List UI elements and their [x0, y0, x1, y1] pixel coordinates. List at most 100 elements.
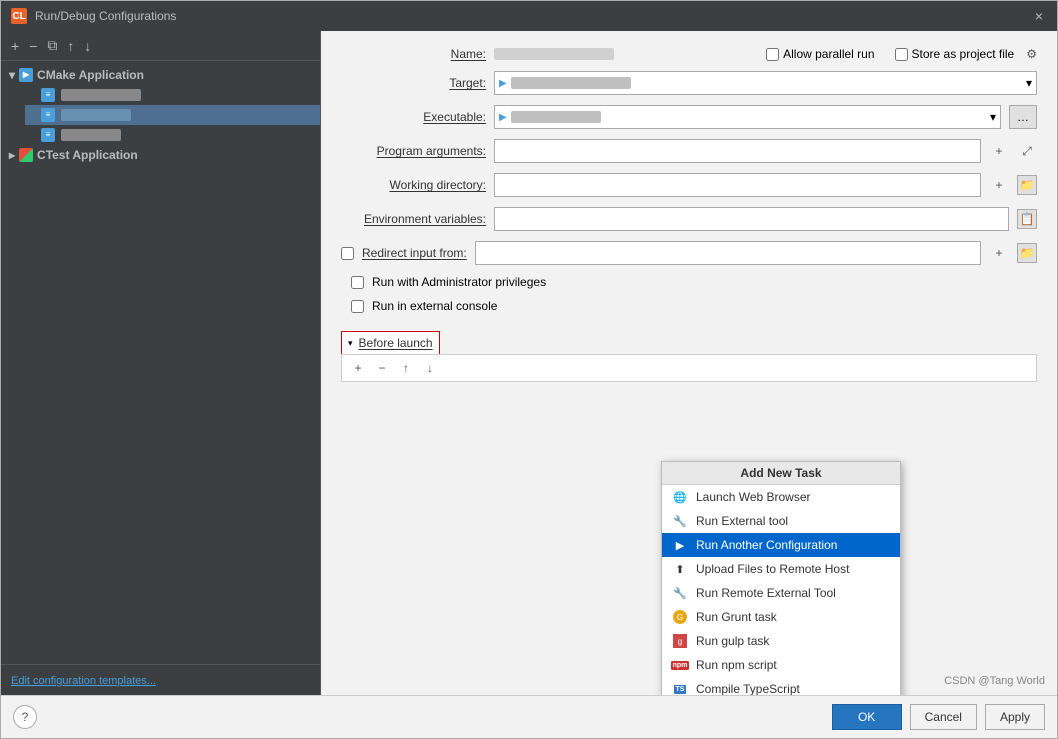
- menu-item-run-npm-label: Run npm script: [696, 658, 777, 672]
- target-dropdown[interactable]: ▶ ▾: [494, 71, 1037, 95]
- left-toolbar: + − ⧉ ↑ ↓: [1, 31, 320, 61]
- admin-privileges-checkbox[interactable]: [351, 276, 364, 289]
- app-icon: CL: [11, 8, 27, 24]
- grunt-icon: G: [672, 609, 688, 625]
- allow-parallel-checkbox-row[interactable]: Allow parallel run: [766, 47, 874, 61]
- external-console-checkbox[interactable]: [351, 300, 364, 313]
- allow-parallel-checkbox[interactable]: [766, 48, 779, 61]
- movedown-config-button[interactable]: ↓: [80, 36, 95, 56]
- wrench2-icon: 🔧: [672, 585, 688, 601]
- globe-icon: 🌐: [672, 489, 688, 505]
- external-console-row: Run in external console: [341, 299, 1037, 313]
- bottom-bar: ? OK Cancel Apply: [1, 695, 1057, 738]
- executable-browse-button[interactable]: …: [1009, 105, 1037, 129]
- ctest-group-label: CTest Application: [37, 148, 138, 162]
- run-debug-dialog: CL Run/Debug Configurations × + − ⧉ ↑ ↓ …: [0, 0, 1058, 739]
- before-launch-expand-icon[interactable]: ▾: [348, 338, 353, 349]
- target-play-icon: ▶: [499, 78, 507, 89]
- env-vars-input[interactable]: [494, 207, 1009, 231]
- name-label: Name:: [341, 47, 486, 61]
- tree-item-3[interactable]: ≡: [25, 125, 320, 145]
- external-console-label: Run in external console: [372, 299, 497, 313]
- program-args-add-button[interactable]: +: [989, 141, 1009, 161]
- cmake-group-label: CMake Application: [37, 68, 144, 82]
- executable-row: Executable: ▶ ▾ …: [341, 105, 1037, 129]
- cmake-group-icon: ▶: [19, 68, 33, 82]
- menu-item-run-remote-label: Run Remote External Tool: [696, 586, 836, 600]
- store-project-label: Store as project file: [912, 47, 1015, 61]
- tree-group-cmake[interactable]: ▾ ▶ CMake Application: [1, 65, 320, 85]
- item1-label: [61, 89, 141, 101]
- item1-icon: ≡: [41, 88, 55, 102]
- cmake-children: ≡ ≡ ≡: [1, 85, 320, 145]
- menu-item-run-gulp[interactable]: g Run gulp task: [662, 629, 900, 653]
- title-bar-left: CL Run/Debug Configurations: [11, 8, 176, 24]
- close-button[interactable]: ×: [1031, 8, 1047, 24]
- before-launch-header: ▾ Before launch: [341, 331, 440, 354]
- menu-header: Add New Task: [662, 462, 900, 485]
- menu-item-run-remote[interactable]: 🔧 Run Remote External Tool: [662, 581, 900, 605]
- before-launch-add-button[interactable]: +: [348, 358, 368, 378]
- moveup-config-button[interactable]: ↑: [63, 36, 78, 56]
- menu-item-upload-files[interactable]: ⬆ Upload Files to Remote Host: [662, 557, 900, 581]
- menu-item-run-external[interactable]: 🔧 Run External tool: [662, 509, 900, 533]
- config-tree: ▾ ▶ CMake Application ≡ ≡ ≡: [1, 61, 320, 664]
- title-bar: CL Run/Debug Configurations ×: [1, 1, 1057, 31]
- menu-item-run-grunt[interactable]: G Run Grunt task: [662, 605, 900, 629]
- edit-templates-link[interactable]: Edit configuration templates...: [11, 675, 156, 687]
- working-dir-add-button[interactable]: +: [989, 175, 1009, 195]
- admin-privileges-label: Run with Administrator privileges: [372, 275, 546, 289]
- program-args-expand-button[interactable]: ⤢: [1017, 141, 1037, 161]
- redirect-label: Redirect input from:: [362, 246, 467, 260]
- before-launch-up-button[interactable]: ↑: [396, 358, 416, 378]
- tree-group-ctest[interactable]: ▸ CTest Application: [1, 145, 320, 165]
- ok-button[interactable]: OK: [832, 704, 902, 730]
- menu-item-run-npm[interactable]: npm Run npm script: [662, 653, 900, 677]
- add-config-button[interactable]: +: [7, 36, 23, 56]
- watermark: CSDN @Tang World: [944, 675, 1045, 687]
- menu-item-run-external-label: Run External tool: [696, 514, 788, 528]
- before-launch-label: Before launch: [359, 336, 433, 350]
- copy-config-button[interactable]: ⧉: [43, 35, 61, 56]
- before-launch-down-button[interactable]: ↓: [420, 358, 440, 378]
- admin-privileges-row: Run with Administrator privileges: [341, 275, 1037, 289]
- redirect-add-button[interactable]: +: [989, 243, 1009, 263]
- store-project-checkbox[interactable]: [895, 48, 908, 61]
- executable-dropdown[interactable]: ▶ ▾: [494, 105, 1001, 129]
- help-button[interactable]: ?: [13, 705, 37, 729]
- redirect-input[interactable]: [475, 241, 981, 265]
- before-launch-remove-button[interactable]: −: [372, 358, 392, 378]
- target-dropdown-arrow: ▾: [1026, 76, 1032, 90]
- menu-item-launch-browser-label: Launch Web Browser: [696, 490, 811, 504]
- cancel-button[interactable]: Cancel: [910, 704, 977, 730]
- env-vars-row: Environment variables: 📋: [341, 207, 1037, 231]
- left-bottom: Edit configuration templates...: [1, 664, 320, 695]
- item3-label: [61, 129, 121, 141]
- store-project-checkbox-row[interactable]: Store as project file: [895, 47, 1015, 61]
- ctest-expand-icon: ▸: [9, 148, 15, 162]
- target-label: Target:: [341, 76, 486, 90]
- apply-button[interactable]: Apply: [985, 704, 1045, 730]
- tree-item-2[interactable]: ≡: [25, 105, 320, 125]
- menu-item-run-another[interactable]: ▶ Run Another Configuration: [662, 533, 900, 557]
- left-panel: + − ⧉ ↑ ↓ ▾ ▶ CMake Application ≡: [1, 31, 321, 695]
- redirect-checkbox[interactable]: [341, 247, 354, 260]
- main-content: + − ⧉ ↑ ↓ ▾ ▶ CMake Application ≡: [1, 31, 1057, 695]
- run-another-icon: ▶: [672, 537, 688, 553]
- target-row: Target: ▶ ▾: [341, 71, 1037, 95]
- ctest-group-icon: [19, 148, 33, 162]
- menu-item-compile-ts[interactable]: TS Compile TypeScript: [662, 677, 900, 695]
- working-dir-row: Working directory: + 📁: [341, 173, 1037, 197]
- working-dir-input[interactable]: [494, 173, 981, 197]
- working-dir-browse-button[interactable]: 📁: [1017, 175, 1037, 195]
- program-args-input[interactable]: [494, 139, 981, 163]
- redirect-browse-button[interactable]: 📁: [1017, 243, 1037, 263]
- exec-dropdown-arrow: ▾: [990, 110, 996, 124]
- menu-item-launch-browser[interactable]: 🌐 Launch Web Browser: [662, 485, 900, 509]
- tree-item-1[interactable]: ≡: [25, 85, 320, 105]
- name-row: Name: Allow parallel run Store as projec…: [341, 47, 1037, 61]
- env-vars-browse-button[interactable]: 📋: [1017, 209, 1037, 229]
- item3-icon: ≡: [41, 128, 55, 142]
- exec-blurred-text: [511, 111, 601, 123]
- remove-config-button[interactable]: −: [25, 36, 41, 56]
